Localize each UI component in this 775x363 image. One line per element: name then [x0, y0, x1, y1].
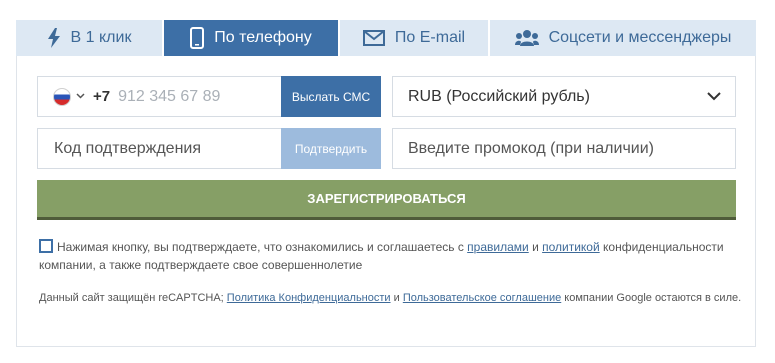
register-button[interactable]: ЗАРЕГИСТРИРОВАТЬСЯ	[37, 180, 736, 220]
tab-one-click-label: В 1 клик	[70, 29, 132, 46]
country-code: +7	[93, 88, 111, 105]
terms-link[interactable]: Пользовательское соглашение	[403, 292, 561, 304]
registration-form: +7 Выслать СМС RUB (Российский рубль) По…	[16, 56, 756, 347]
rules-link[interactable]: правилами	[467, 240, 529, 254]
tab-social-label: Соцсети и мессенджеры	[548, 29, 732, 46]
tab-by-phone[interactable]: По телефону	[162, 20, 338, 56]
captcha-and: и	[390, 292, 403, 304]
lightning-icon	[47, 28, 61, 48]
agreement-and: и	[528, 240, 543, 254]
tab-by-email[interactable]: По E-mail	[338, 20, 488, 56]
russia-flag-icon[interactable]	[53, 87, 71, 106]
confirm-button[interactable]: Подтвердить	[281, 128, 381, 169]
tab-social[interactable]: Соцсети и мессенджеры	[488, 20, 756, 56]
agreement-text: Нажимая кнопку, вы подтверждаете, что оз…	[39, 238, 744, 274]
chevron-down-icon	[707, 88, 721, 106]
captcha-text-part: Данный сайт защищён reCAPTCHA;	[39, 292, 227, 304]
tab-by-phone-label: По телефону	[214, 29, 312, 46]
promo-field	[392, 128, 736, 169]
people-icon	[514, 29, 539, 47]
registration-tabs: В 1 клик По телефону По E-mail Соцсети и…	[16, 20, 756, 56]
phone-input[interactable]	[118, 87, 269, 106]
currency-value: RUB (Российский рубль)	[408, 87, 590, 105]
chevron-down-icon[interactable]	[76, 91, 85, 102]
captcha-text-end: компании Google остаются в силе.	[561, 292, 742, 304]
agreement-text-part: Нажимая кнопку, вы подтверждаете, что оз…	[57, 240, 468, 254]
policy-link[interactable]: политикой	[542, 240, 600, 254]
promo-code-input[interactable]	[408, 139, 708, 158]
confirmation-code-input[interactable]	[54, 139, 274, 158]
tab-by-email-label: По E-mail	[394, 29, 466, 46]
privacy-policy-link[interactable]: Политика Конфиденциальности	[227, 292, 391, 304]
confirmation-field: Подтвердить	[37, 128, 381, 169]
phone-field: +7 Выслать СМС	[37, 76, 381, 117]
agreement-checkbox[interactable]	[39, 239, 53, 253]
recaptcha-notice: Данный сайт защищён reCAPTCHA; Политика …	[39, 290, 744, 306]
phone-icon	[190, 27, 205, 49]
tab-one-click[interactable]: В 1 клик	[16, 20, 162, 56]
envelope-icon	[362, 30, 385, 46]
send-sms-button[interactable]: Выслать СМС	[281, 76, 381, 117]
currency-select[interactable]: RUB (Российский рубль)	[392, 76, 736, 117]
